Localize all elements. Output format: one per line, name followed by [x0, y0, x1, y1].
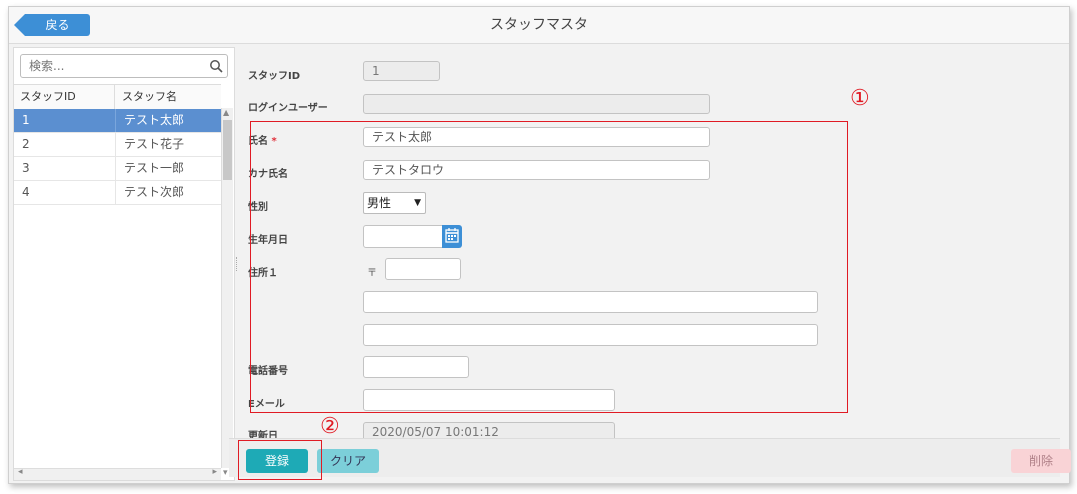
table-row[interactable]: 3 テスト一郎	[14, 157, 221, 181]
delete-button[interactable]: 削除	[1011, 449, 1071, 473]
panel-splitter[interactable]	[236, 257, 239, 271]
annotation-marker-1: ①	[850, 86, 870, 111]
annotation-box-2	[238, 440, 322, 480]
login-user-label: ログインユーザー	[248, 103, 328, 114]
cell-staff-id: 3	[22, 161, 30, 175]
title-bar: 戻る スタッフマスタ	[9, 7, 1069, 44]
scroll-down-icon[interactable]: ▾	[223, 468, 228, 478]
cell-staff-id: 4	[22, 185, 30, 199]
scroll-up-icon[interactable]: ▲	[223, 108, 229, 117]
table-row[interactable]: 4 テスト次郎	[14, 181, 221, 205]
staff-grid-header: スタッフID スタッフ名	[14, 84, 221, 110]
annotation-box-1	[250, 121, 848, 413]
cell-staff-id: 1	[22, 113, 30, 127]
cell-staff-name: テスト次郎	[124, 185, 185, 199]
scroll-thumb[interactable]	[223, 120, 232, 180]
staff-list-panel: スタッフID スタッフ名 1 テスト太郎 2 テスト花子 3 テスト一郎 4 テ…	[13, 47, 235, 481]
login-user-field	[363, 94, 710, 114]
search-input[interactable]	[21, 55, 217, 77]
cell-staff-name: テスト一郎	[124, 161, 185, 175]
page-title: スタッフマスタ	[490, 17, 588, 33]
search-icon[interactable]	[209, 59, 223, 73]
cell-staff-name: テスト花子	[124, 137, 185, 151]
annotation-marker-2: ②	[320, 414, 340, 439]
staff-id-label: スタッフID	[248, 71, 301, 82]
clear-button[interactable]: クリア	[317, 449, 379, 473]
column-header-staff-id[interactable]: スタッフID	[20, 85, 115, 109]
scroll-right-icon[interactable]: ▸	[212, 467, 217, 477]
scroll-left-icon[interactable]: ◂	[18, 467, 23, 477]
table-row[interactable]: 2 テスト花子	[14, 133, 221, 157]
horizontal-scrollbar[interactable]: ◂ ▸	[14, 467, 221, 480]
column-header-staff-name[interactable]: スタッフ名	[122, 85, 177, 109]
cell-staff-name: テスト太郎	[124, 113, 185, 127]
staff-id-field: 1	[363, 61, 440, 81]
cell-staff-id: 2	[22, 137, 30, 151]
search-box	[20, 54, 228, 78]
table-row[interactable]: 1 テスト太郎	[14, 109, 221, 133]
vertical-scrollbar[interactable]: ▲	[221, 108, 233, 468]
